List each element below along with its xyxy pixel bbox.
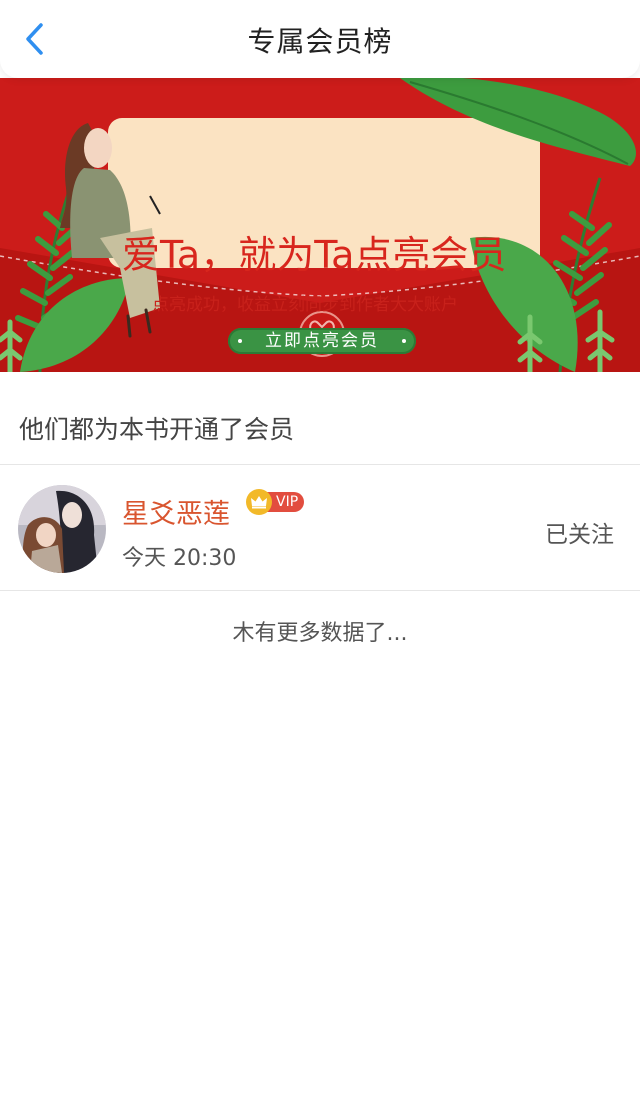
banner-headline: 爱Ta，就为Ta点亮会员 [122,233,507,277]
promo-banner[interactable]: 爱Ta，就为Ta点亮会员 点亮成功，收益立刻同步到作者大大账户 立即点亮会员 [0,78,640,372]
member-list-item[interactable]: 星爻恶莲 VIP 今天 20:30 已关注 [0,465,640,591]
banner-subline: 点亮成功，收益立刻同步到作者大大账户 [152,295,458,315]
activate-membership-button[interactable]: 立即点亮会员 [228,328,416,354]
page-title: 专属会员榜 [247,25,393,58]
member-ranking-page: 专属会员榜 爱Ta，就为Ta点亮会员 点亮成功，收益立刻同步到作者大大账户 立即… [0,0,640,1100]
divider [0,590,640,591]
member-name[interactable]: 星爻恶莲 [122,492,230,531]
no-more-data-text: 木有更多数据了... [232,621,408,646]
top-nav-bar: 专属会员榜 [0,0,640,78]
follow-button[interactable]: 已关注 [545,515,614,549]
avatar-image [18,485,106,573]
crown-icon [246,489,272,515]
section-title: 他们都为本书开通了会员 [19,415,295,444]
avatar[interactable] [18,485,106,573]
member-time: 今天 20:30 [122,546,237,571]
vip-badge: VIP [246,489,305,515]
